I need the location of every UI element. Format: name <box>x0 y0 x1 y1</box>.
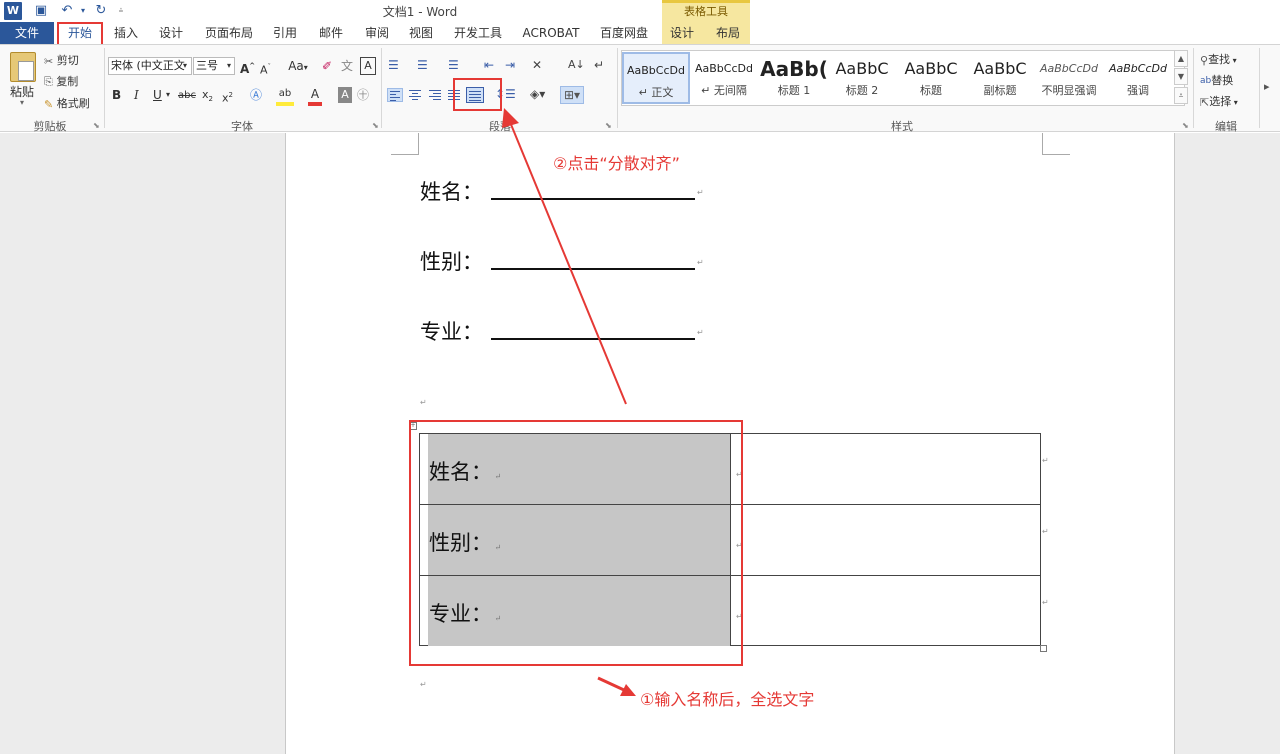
arrow-line-to-step1 <box>597 676 625 692</box>
annotation-step-2: ②点击“分散对齐” <box>553 154 680 173</box>
annotation-step-1: ①输入名称后，全选文字 <box>640 690 815 709</box>
arrow-head-up <box>502 108 519 128</box>
annotation-arrows <box>502 108 636 696</box>
